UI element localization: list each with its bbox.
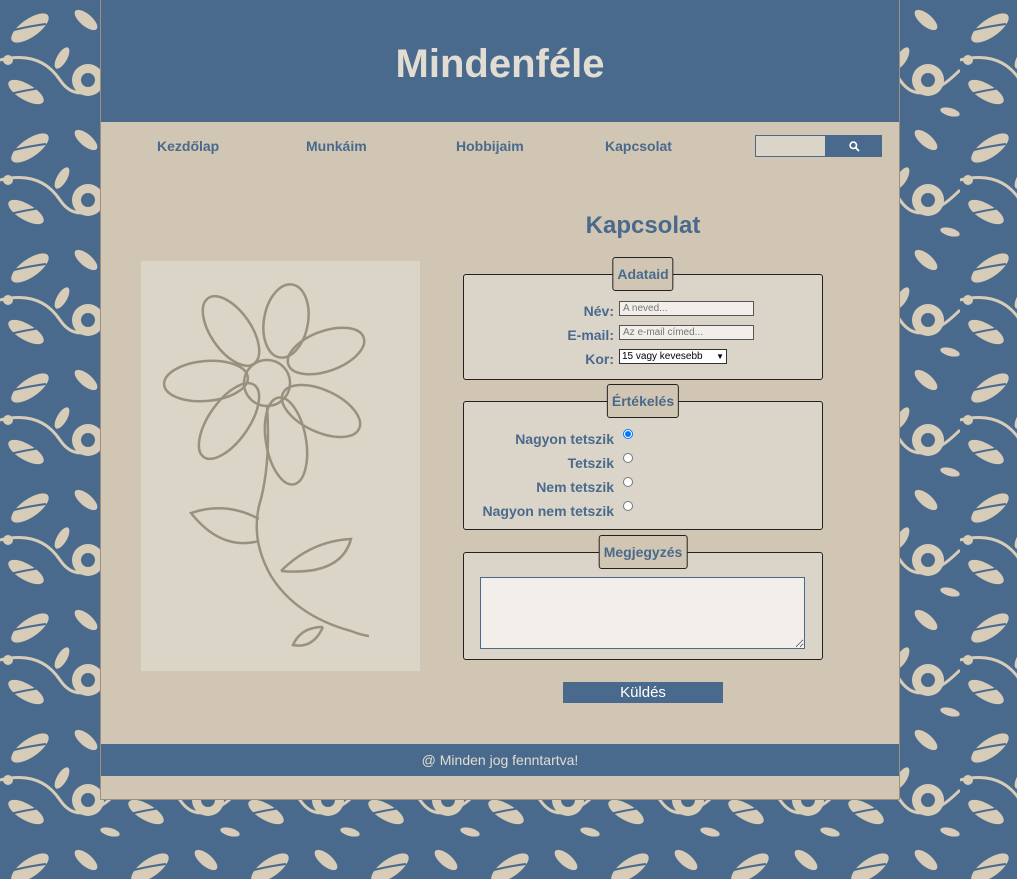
- name-input[interactable]: [619, 301, 754, 316]
- rating-label-like: Tetszik: [567, 455, 614, 471]
- email-input[interactable]: [619, 325, 754, 340]
- rating-label-very-like: Nagyon tetszik: [515, 431, 614, 447]
- rating-fieldset: Értékelés Nagyon tetszik Tetszik Nem tet…: [463, 384, 823, 530]
- age-select[interactable]: 15 vagy kevesebb ▼: [619, 349, 727, 364]
- rating-radio-like[interactable]: [623, 453, 633, 463]
- note-textarea[interactable]: [480, 577, 805, 649]
- contact-title: Kapcsolat: [585, 212, 701, 239]
- rating-label-very-dislike: Nagyon nem tetszik: [482, 503, 614, 519]
- nav-link-home[interactable]: Kezdőlap: [157, 138, 219, 154]
- search-icon: [848, 140, 860, 152]
- rating-label-dislike: Nem tetszik: [536, 479, 614, 495]
- age-label: Kor:: [585, 351, 614, 367]
- note-legend: Megjegyzés: [598, 535, 688, 569]
- flower-drawing: [162, 283, 370, 647]
- flower-illustration: [141, 261, 420, 671]
- details-fieldset: Adataid Név: E-mail: Kor: 15 vagy kevese…: [463, 257, 823, 380]
- site-footer: @ Minden jog fenntartva!: [101, 744, 899, 776]
- age-select-value: 15 vagy kevesebb: [622, 351, 703, 362]
- chevron-down-icon: ▼: [716, 352, 724, 361]
- email-label: E-mail:: [567, 327, 614, 343]
- rating-legend: Értékelés: [606, 384, 680, 418]
- details-legend: Adataid: [612, 257, 674, 291]
- search-input[interactable]: [755, 135, 826, 157]
- rating-radio-very-dislike[interactable]: [623, 501, 633, 511]
- nav-link-works[interactable]: Munkáim: [306, 138, 367, 154]
- page-container: Mindenféle Kezdőlap Munkáim Hobbijaim Ka…: [100, 0, 900, 800]
- navigation-bar: Kezdőlap Munkáim Hobbijaim Kapcsolat: [101, 130, 901, 164]
- nav-link-contact[interactable]: Kapcsolat: [605, 138, 672, 154]
- search-button[interactable]: [826, 135, 882, 157]
- rating-radio-dislike[interactable]: [623, 477, 633, 487]
- site-title: Mindenféle: [395, 41, 605, 86]
- nav-link-hobbies[interactable]: Hobbijaim: [456, 138, 524, 154]
- name-label: Név:: [583, 303, 614, 319]
- note-fieldset: Megjegyzés: [463, 535, 823, 660]
- footer-text: @ Minden jog fenntartva!: [421, 752, 579, 768]
- site-header: Mindenféle: [101, 0, 899, 122]
- rating-radio-very-like[interactable]: [623, 429, 633, 439]
- submit-button[interactable]: Küldés: [563, 682, 723, 703]
